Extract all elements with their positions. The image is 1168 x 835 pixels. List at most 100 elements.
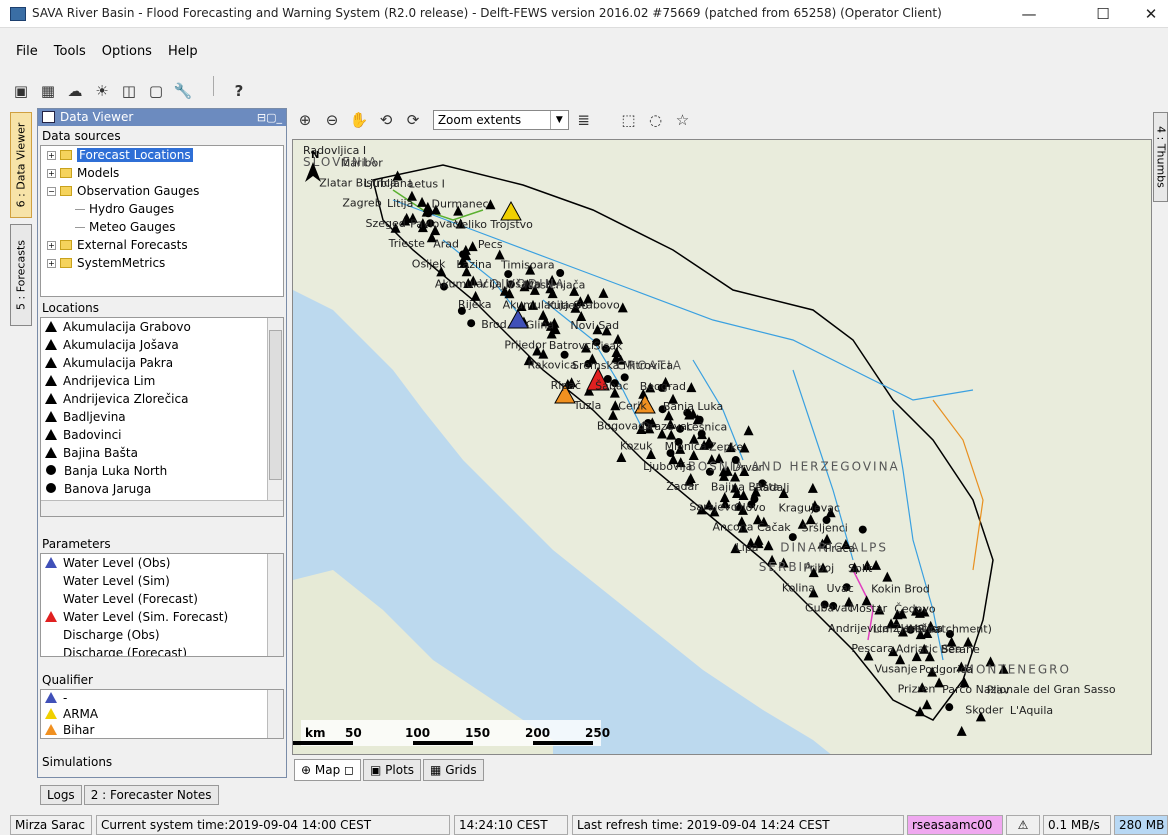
parameter-item[interactable]: Water Level (Sim) <box>41 572 283 590</box>
qualifier-item[interactable]: Bihar <box>41 722 283 738</box>
help-icon[interactable]: ? <box>228 81 250 101</box>
source-item[interactable]: − Observation Gauges <box>41 182 283 200</box>
layers-icon[interactable]: ≣ <box>573 110 595 130</box>
location-item[interactable]: Banja Luka North <box>41 462 283 480</box>
station-dot[interactable] <box>556 268 565 277</box>
panel-icon[interactable]: ◫ <box>118 81 140 101</box>
source-item[interactable]: + Forecast Locations <box>41 146 283 164</box>
close-button[interactable]: ✕ <box>1136 4 1166 24</box>
status-user: Mirza Sarac <box>10 815 92 835</box>
menu-tools[interactable]: Tools <box>54 44 86 59</box>
polygon-select-icon[interactable]: ☆ <box>671 110 693 130</box>
source-item[interactable]: + SystemMetrics <box>41 254 283 272</box>
zoom-previous-icon[interactable]: ⟲ <box>375 110 397 130</box>
location-name: Banova Jaruga <box>64 482 152 496</box>
weather-icon[interactable]: ☁ <box>64 81 86 101</box>
tab-grids[interactable]: ▦ Grids <box>423 759 484 781</box>
map-view[interactable]: Radovljica I Maribor Letus I SLOVENIA Ljublj… <box>292 139 1152 755</box>
locations-scrollbar[interactable] <box>267 318 283 500</box>
parameters-scrollbar[interactable] <box>267 554 283 656</box>
detach-icon[interactable]: ◻ <box>344 763 354 777</box>
tab-logs[interactable]: Logs <box>40 785 82 805</box>
window-title: SAVA River Basin - Flood Forecasting and… <box>32 6 942 20</box>
map-label: Beograd <box>640 380 686 393</box>
tree-toggle-icon[interactable]: + <box>47 241 56 250</box>
source-item[interactable]: + External Forecasts <box>41 236 283 254</box>
rectangle-select-icon[interactable]: ⬚ <box>617 110 639 130</box>
warning-icon[interactable]: ⚠ <box>1006 815 1040 835</box>
pan-hand-icon[interactable]: ✋ <box>348 110 370 130</box>
map-label: Andrijevica Zlorečica <box>828 622 943 635</box>
simulations-label[interactable]: Simulations <box>42 755 112 769</box>
maximize-button[interactable]: ☐ <box>1088 4 1118 24</box>
location-item[interactable]: Akumulacija Grabovo <box>41 318 283 336</box>
tab-data-viewer[interactable]: 6 : Data Viewer <box>10 112 32 218</box>
locations-hscrollbar[interactable] <box>41 500 283 516</box>
tree-toggle-icon[interactable]: + <box>47 151 56 160</box>
location-item[interactable]: Banova Jaruga <box>41 480 283 498</box>
menu-help[interactable]: Help <box>168 44 198 59</box>
station-dot[interactable] <box>560 350 569 359</box>
location-item[interactable]: Akumulacija Jošava <box>41 336 283 354</box>
tab-plots[interactable]: ▣ Plots <box>363 759 422 781</box>
zoom-next-icon[interactable]: ⟳ <box>402 110 424 130</box>
map-label: Pavlovac <box>410 217 458 230</box>
source-item[interactable]: + Models <box>41 164 283 182</box>
map-label: Pecs <box>478 238 503 251</box>
tree-toggle-icon[interactable]: − <box>47 187 56 196</box>
parameters-list: Water Level (Obs) Water Level (Sim) Water … <box>40 553 284 657</box>
location-item[interactable]: Akumulacija Pakra <box>41 354 283 372</box>
chevron-down-icon[interactable]: ▼ <box>549 111 568 129</box>
zoom-in-icon[interactable]: ⊕ <box>294 110 316 130</box>
map-label: Pescara <box>851 642 894 655</box>
location-item[interactable]: Andrijevica Lim <box>41 372 283 390</box>
save-icon[interactable]: ▢ <box>145 81 167 101</box>
map-label: Batrovci <box>549 339 594 352</box>
tab-map[interactable]: ⊕ Map ◻ <box>294 759 361 781</box>
panel-controls-icon[interactable]: ⊟▢_ <box>257 109 282 126</box>
qualifier-list: - ARMA Bihar <box>40 689 284 739</box>
zoom-out-icon[interactable]: ⊖ <box>321 110 343 130</box>
location-item[interactable]: Andrijevica Zlorečica <box>41 390 283 408</box>
forecast-icon[interactable]: ☀ <box>91 81 113 101</box>
parameter-item[interactable]: Water Level (Sim. Forecast) <box>41 608 283 626</box>
scale-segment <box>413 741 473 745</box>
source-item[interactable]: Hydro Gauges <box>41 200 283 218</box>
map-label: Gubavač <box>805 602 854 615</box>
lasso-icon[interactable]: ◌ <box>644 110 666 130</box>
qualifier-item[interactable]: - <box>41 690 283 706</box>
minimize-button[interactable]: — <box>1014 4 1044 24</box>
qualifier-item[interactable]: ARMA <box>41 706 283 722</box>
source-item[interactable]: Meteo Gauges <box>41 218 283 236</box>
parameter-item[interactable]: Discharge (Forecast) <box>41 644 283 657</box>
location-item[interactable]: Badovinci <box>41 426 283 444</box>
station-dot[interactable] <box>945 703 954 712</box>
map-canvas[interactable]: Radovljica IMariborLetus ISLOVENIALjublj… <box>293 140 1152 755</box>
station-dot[interactable] <box>858 525 867 534</box>
parameter-item[interactable]: Water Level (Obs) <box>41 554 283 572</box>
scale-tick: 150 <box>465 726 490 740</box>
location-item[interactable]: Badljevina <box>41 408 283 426</box>
tab-forecasts[interactable]: 5 : Forecasts <box>10 224 32 326</box>
menu-options[interactable]: Options <box>102 44 152 59</box>
location-item[interactable]: Bajina Bašta <box>41 444 283 462</box>
tree-toggle-icon[interactable]: + <box>47 169 56 178</box>
wrench-icon[interactable]: 🔧 <box>172 81 194 101</box>
parameter-item[interactable]: Water Level (Forecast) <box>41 590 283 608</box>
station-dot[interactable] <box>467 319 476 328</box>
tree-toggle-icon[interactable]: + <box>47 259 56 268</box>
display-icon[interactable]: ▣ <box>10 81 32 101</box>
tab-thumbs[interactable]: 4 : Thumbs <box>1153 112 1168 202</box>
menu-file[interactable]: File <box>16 44 38 59</box>
grid-icon[interactable]: ▦ <box>37 81 59 101</box>
parameter-name: Discharge (Forecast) <box>63 646 188 657</box>
qualifier-scrollbar[interactable] <box>267 690 283 738</box>
scale-segment <box>293 741 353 745</box>
source-label: Forecast Locations <box>77 148 193 162</box>
tab-forecaster-notes[interactable]: 2 : Forecaster Notes <box>83 785 219 805</box>
parameter-item[interactable]: Discharge (Obs) <box>41 626 283 644</box>
scale-tick: 100 <box>405 726 430 740</box>
scale-tick: 200 <box>525 726 550 740</box>
zoom-select[interactable]: Zoom extents ▼ <box>432 110 569 130</box>
locations-scroll-thumb[interactable] <box>269 330 282 480</box>
